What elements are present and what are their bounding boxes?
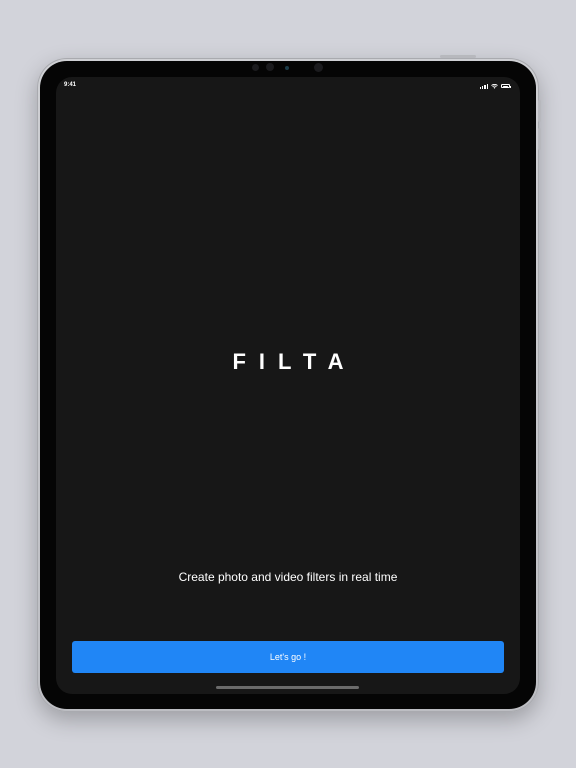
app-logo: FILTA <box>232 349 357 374</box>
lets-go-button[interactable]: Let's go ! <box>72 641 504 673</box>
camera-lens <box>314 63 323 72</box>
battery-icon <box>501 84 511 88</box>
volume-up-button <box>538 100 541 122</box>
wifi-icon <box>491 83 498 89</box>
front-camera-array <box>250 62 330 74</box>
indicator-light <box>285 66 289 70</box>
battery-level <box>502 85 509 87</box>
sensor-dot <box>252 64 259 71</box>
status-icons <box>479 82 511 90</box>
camera-lens <box>266 63 274 71</box>
status-time: 9:41 <box>64 82 77 88</box>
home-indicator[interactable] <box>216 686 359 689</box>
tagline: Create photo and video filters in real t… <box>178 570 398 584</box>
cellular-signal-icon <box>479 84 488 89</box>
volume-down-button <box>538 128 541 150</box>
status-bar: 9:41 <box>56 77 520 97</box>
power-button <box>440 55 476 58</box>
app-screen: 9:41 FILTA Create photo and video filter… <box>56 77 520 694</box>
